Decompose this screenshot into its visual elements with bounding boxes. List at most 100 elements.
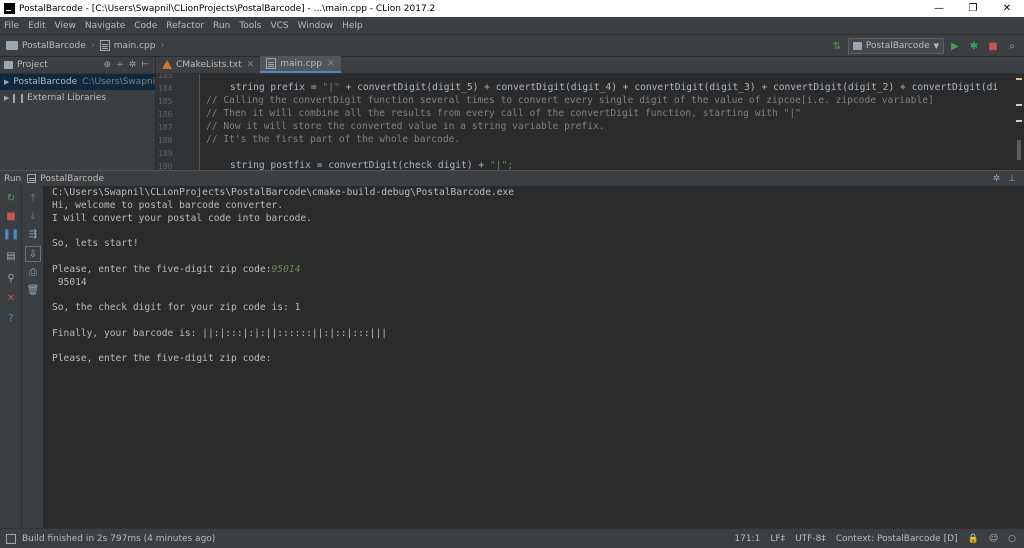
close-run-icon[interactable]: ✕ bbox=[3, 290, 19, 306]
resolve-context[interactable]: Context: PostalBarcode [D] bbox=[836, 534, 958, 544]
tree-item-path: C:\Users\Swapnil bbox=[82, 77, 155, 87]
code-line-187: // Now it will store the converted value… bbox=[206, 121, 605, 132]
project-icon bbox=[4, 61, 13, 69]
tool-windows-icon[interactable] bbox=[6, 533, 16, 544]
console-line-echo: 95014 bbox=[52, 277, 87, 288]
console-line-start: So, lets start! bbox=[52, 238, 139, 249]
build-icon[interactable]: ⇅ bbox=[829, 38, 845, 54]
code-line-188: // It's the first part of the whole barc… bbox=[206, 134, 461, 145]
breadcrumb-separator: › bbox=[160, 40, 165, 51]
print-icon[interactable]: ⎙ bbox=[25, 264, 41, 280]
pin-icon[interactable]: ⚲ bbox=[3, 270, 19, 286]
help-icon[interactable]: ? bbox=[3, 310, 19, 326]
menu-help[interactable]: Help bbox=[342, 21, 363, 31]
expand-arrow-icon[interactable]: ▶ bbox=[4, 94, 13, 102]
restore-layout-icon[interactable]: ▤ bbox=[3, 248, 19, 264]
locate-icon[interactable]: ⊕ bbox=[104, 60, 112, 70]
prompt-text: Please, enter the five-digit zip code: bbox=[52, 264, 272, 275]
project-panel-title[interactable]: Project bbox=[17, 60, 48, 70]
menu-navigate[interactable]: Navigate bbox=[85, 21, 125, 31]
collapse-icon[interactable]: ÷ bbox=[116, 60, 124, 70]
code-text: string postfix = convertDigit(check_digi… bbox=[230, 160, 490, 170]
warning-marker[interactable] bbox=[1016, 78, 1022, 80]
stop-icon[interactable]: ■ bbox=[3, 208, 19, 224]
menu-file[interactable]: File bbox=[4, 21, 19, 31]
cpp-file-icon bbox=[99, 40, 110, 51]
gear-icon[interactable]: ✲ bbox=[993, 174, 1001, 184]
menu-view[interactable]: View bbox=[55, 21, 76, 31]
console-line-convert: I will convert your postal code into bar… bbox=[52, 213, 312, 224]
tab-cmakelists[interactable]: CMakeLists.txt ✕ bbox=[156, 56, 260, 73]
soft-wrap-icon[interactable]: ⇶ bbox=[25, 226, 41, 242]
pause-icon[interactable]: ❚❚ bbox=[3, 226, 20, 242]
restore-button[interactable]: ❐ bbox=[956, 3, 990, 14]
scroll-marker[interactable] bbox=[1016, 120, 1022, 122]
code-line-185: // Calling the convertDigit function sev… bbox=[206, 95, 934, 106]
menu-vcs[interactable]: VCS bbox=[270, 21, 288, 31]
close-button[interactable]: ✕ bbox=[990, 3, 1024, 14]
run-console[interactable]: C:\Users\Swapnil\CLionProjects\PostalBar… bbox=[44, 186, 1024, 528]
run-tab[interactable]: PostalBarcode bbox=[27, 174, 104, 184]
line-separator[interactable]: LF‡ bbox=[770, 534, 785, 544]
up-arrow-icon[interactable]: ↑ bbox=[25, 190, 41, 206]
line-number: 189 bbox=[158, 149, 173, 158]
code-text: + convertDigit(digit_5) + convertDigit(d… bbox=[339, 82, 999, 93]
menu-run[interactable]: Run bbox=[213, 21, 230, 31]
scroll-marker[interactable] bbox=[1016, 104, 1022, 106]
tree-item-label: PostalBarcode bbox=[13, 77, 78, 87]
menu-code[interactable]: Code bbox=[134, 21, 157, 31]
hide-icon[interactable]: ⊢ bbox=[141, 60, 149, 70]
cpp-file-icon bbox=[266, 58, 277, 69]
clion-app-icon bbox=[4, 3, 15, 14]
line-number: 190 bbox=[158, 162, 173, 170]
lock-icon[interactable]: 🔒 bbox=[968, 534, 979, 544]
minimize-button[interactable]: — bbox=[922, 3, 956, 14]
rerun-icon[interactable]: ↻ bbox=[3, 190, 19, 206]
user-input-text: 95014 bbox=[271, 264, 301, 275]
debug-icon[interactable]: ✱ bbox=[966, 38, 982, 54]
gear-icon[interactable]: ✲ bbox=[129, 60, 137, 70]
tab-main-cpp[interactable]: main.cpp ✕ bbox=[260, 56, 341, 73]
scroll-to-end-icon[interactable]: ⇩ bbox=[25, 246, 41, 262]
line-number: 184 bbox=[158, 84, 173, 93]
clear-all-icon[interactable]: 🗑 bbox=[25, 282, 41, 298]
run-toolbar: ⇅ PostalBarcode ▼ ▶ ✱ ■ ⌕ bbox=[826, 38, 1020, 54]
breadcrumb-file[interactable]: main.cpp bbox=[99, 40, 155, 51]
scroll-thumb[interactable] bbox=[1017, 140, 1021, 160]
library-icon bbox=[13, 93, 23, 103]
menu-tools[interactable]: Tools bbox=[239, 21, 261, 31]
search-icon[interactable]: ⌕ bbox=[1004, 38, 1020, 54]
hide-panel-icon[interactable]: ⊥ bbox=[1008, 174, 1016, 184]
editor-tab-bar: CMakeLists.txt ✕ main.cpp ✕ bbox=[156, 56, 1024, 74]
file-encoding[interactable]: UTF-8‡ bbox=[795, 534, 826, 544]
stop-icon[interactable]: ■ bbox=[985, 38, 1001, 54]
expand-arrow-icon[interactable]: ▶ bbox=[4, 78, 9, 86]
tree-item-external-libraries[interactable]: ▶ External Libraries bbox=[0, 90, 155, 106]
close-tab-icon[interactable]: ✕ bbox=[327, 59, 335, 69]
breadcrumb-project[interactable]: PostalBarcode bbox=[6, 41, 86, 51]
menu-edit[interactable]: Edit bbox=[28, 21, 45, 31]
chevron-down-icon: ▼ bbox=[933, 42, 939, 50]
menu-window[interactable]: Window bbox=[298, 21, 334, 31]
event-log-icon[interactable]: ○ bbox=[1008, 534, 1016, 544]
code-editor[interactable]: 183 184 185 186 187 188 189 190 string p… bbox=[156, 74, 1024, 170]
console-line-barcode: Finally, your barcode is: ||:|:::|:|:||:… bbox=[52, 328, 388, 339]
line-number: 187 bbox=[158, 123, 173, 132]
line-number: 188 bbox=[158, 136, 173, 145]
hector-icon[interactable]: ☺ bbox=[989, 534, 998, 544]
editor-scrollbar[interactable] bbox=[1014, 74, 1024, 170]
code-line-190: string postfix = convertDigit(check_digi… bbox=[230, 160, 513, 170]
close-tab-icon[interactable]: ✕ bbox=[247, 60, 255, 70]
tree-item-project-root[interactable]: ▶ PostalBarcode C:\Users\Swapnil bbox=[0, 74, 155, 90]
cmake-icon bbox=[162, 60, 172, 69]
breadcrumb-separator: › bbox=[90, 40, 95, 51]
caret-position[interactable]: 171:1 bbox=[734, 534, 760, 544]
status-message[interactable]: Build finished in 2s 797ms (4 minutes ag… bbox=[22, 534, 215, 544]
line-number: 185 bbox=[158, 97, 173, 106]
tree-item-label: External Libraries bbox=[27, 93, 107, 103]
down-arrow-icon[interactable]: ↓ bbox=[25, 208, 41, 224]
run-icon[interactable]: ▶ bbox=[947, 38, 963, 54]
run-configuration-select[interactable]: PostalBarcode ▼ bbox=[847, 38, 944, 54]
project-panel-header: Project ⊕ ÷ ✲ ⊢ bbox=[0, 57, 155, 74]
menu-refactor[interactable]: Refactor bbox=[166, 21, 204, 31]
